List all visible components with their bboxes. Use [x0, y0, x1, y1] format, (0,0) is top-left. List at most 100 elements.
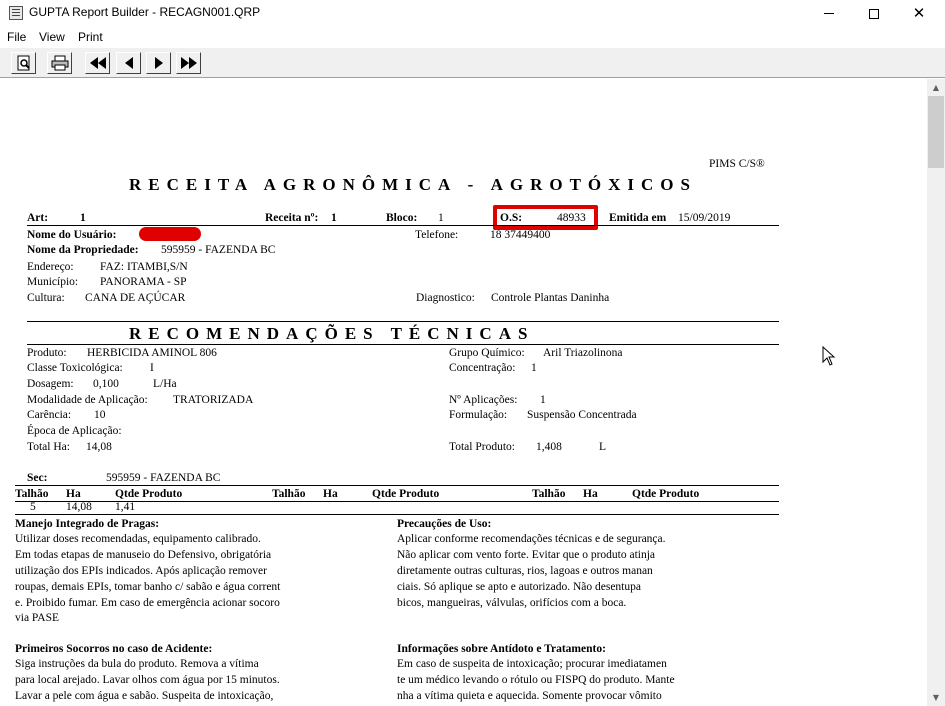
table-header-qtde: Qtde Produto	[632, 488, 700, 500]
table-cell-ha: 14,08	[66, 501, 92, 513]
vertical-scrollbar[interactable]: ▲ ▼	[927, 79, 945, 706]
table-cell-qtde: 1,41	[115, 501, 136, 513]
modalidade-value: TRATORIZADA	[173, 394, 254, 406]
page-preview-icon	[17, 55, 30, 71]
divider	[27, 225, 779, 226]
next-page-button[interactable]	[146, 52, 171, 74]
table-header-qtde: Qtde Produto	[372, 488, 440, 500]
menu-print[interactable]: Print	[78, 30, 103, 44]
recommendations-title: RECOMENDAÇÕES TÉCNICAS	[129, 324, 535, 343]
precaucoes-line: ciais. Só aplique se apto e autorizado. …	[397, 581, 641, 593]
diagnostico-value: Controle Plantas Daninha	[491, 292, 610, 304]
close-button[interactable]: ✕	[896, 0, 942, 26]
endereco-label: Endereço:	[27, 261, 74, 273]
printer-icon	[51, 55, 68, 71]
dosagem-value: 0,100	[93, 378, 119, 390]
classe-label: Classe Toxicológica:	[27, 362, 123, 374]
previous-page-icon	[124, 57, 133, 69]
scroll-thumb[interactable]	[928, 96, 944, 168]
endereco-value: FAZ: ITAMBI,S/N	[100, 261, 188, 273]
receita-value: 1	[331, 212, 337, 224]
table-header-qtde: Qtde Produto	[115, 488, 183, 500]
manejo-line: Em todas etapas de manuseio do Defensivo…	[15, 549, 272, 561]
receita-label: Receita nº:	[265, 212, 319, 224]
aplicacoes-value: 1	[540, 394, 546, 406]
mouse-cursor-icon	[822, 346, 836, 366]
art-value: 1	[80, 212, 86, 224]
formulacao-value: Suspensão Concentrada	[527, 409, 637, 421]
window-title: GUPTA Report Builder - RECAGN001.QRP	[29, 5, 261, 19]
total-ha-label: Total Ha:	[27, 441, 70, 453]
preview-button[interactable]	[11, 52, 36, 74]
socorros-title: Primeiros Socorros no caso de Acidente:	[15, 643, 213, 655]
total-produto-value: 1,408	[536, 441, 562, 453]
first-page-icon	[89, 56, 106, 69]
cultura-label: Cultura:	[27, 292, 65, 304]
precaucoes-line: diretamente outras culturas, rios, lagoa…	[397, 565, 653, 577]
maximize-button[interactable]	[851, 0, 897, 26]
art-label: Art:	[27, 212, 49, 224]
dosagem-label: Dosagem:	[27, 378, 74, 390]
divider	[27, 344, 779, 345]
propriedade-label: Nome da Propriedade:	[27, 244, 139, 256]
grupo-label: Grupo Químico:	[449, 347, 525, 359]
total-produto-unit: L	[599, 441, 607, 453]
cultura-value: CANA DE AÇÚCAR	[85, 292, 186, 304]
next-page-icon	[154, 57, 163, 69]
table-header-talhao: Talhão	[272, 488, 306, 500]
antidoto-title: Informações sobre Antídoto e Tratamento:	[397, 643, 606, 655]
scroll-down-icon[interactable]: ▼	[927, 689, 945, 706]
table-cell-talhao: 5	[30, 501, 36, 513]
previous-page-button[interactable]	[116, 52, 141, 74]
report-title: RECEITA AGRONÔMICA - AGROTÓXICOS	[129, 175, 697, 194]
epoca-label: Época de Aplicação:	[27, 425, 122, 437]
table-header-ha: Ha	[66, 488, 81, 500]
bloco-value: 1	[438, 212, 444, 224]
antidoto-line: nha a vítima quieta e aquecida. Somente …	[397, 690, 662, 702]
redaction-mark	[139, 227, 201, 241]
first-page-button[interactable]	[85, 52, 110, 74]
aplicacoes-label: Nº Aplicações:	[449, 394, 518, 406]
last-page-button[interactable]	[176, 52, 201, 74]
concentracao-label: Concentração:	[449, 362, 516, 374]
manejo-title: Manejo Integrado de Pragas:	[15, 518, 160, 530]
divider	[15, 514, 779, 515]
municipio-label: Município:	[27, 276, 79, 288]
socorros-line: Lavar a pele com água e sabão. Suspeita …	[15, 690, 274, 702]
menu-view[interactable]: View	[39, 30, 65, 44]
scroll-up-icon[interactable]: ▲	[927, 79, 945, 96]
brand-label: PIMS C/S®	[709, 158, 765, 170]
table-header-talhao: Talhão	[15, 488, 49, 500]
bloco-label: Bloco:	[386, 212, 418, 224]
produto-label: Produto:	[27, 347, 67, 359]
print-button[interactable]	[47, 52, 72, 74]
manejo-line: via PASE	[15, 612, 59, 624]
toolbar	[0, 47, 945, 78]
precaucoes-line: bicos, mangueiras, válvulas, orifícios c…	[397, 597, 627, 609]
carencia-label: Carência:	[27, 409, 72, 421]
last-page-icon	[180, 56, 197, 69]
precaucoes-line: Não aplicar com vento forte. Evitar que …	[397, 549, 656, 561]
telefone-value: 18 37449400	[490, 229, 551, 241]
produto-value: HERBICIDA AMINOL 806	[87, 347, 217, 359]
total-produto-label: Total Produto:	[449, 441, 515, 453]
minimize-icon	[824, 13, 834, 14]
minimize-button[interactable]	[806, 0, 852, 26]
diagnostico-label: Diagnostico:	[416, 292, 475, 304]
usuario-label: Nome do Usuário:	[27, 229, 117, 241]
maximize-icon	[869, 8, 879, 19]
antidoto-line: te um médico levando o rótulo ou FISPQ d…	[397, 674, 675, 686]
divider	[27, 321, 779, 322]
propriedade-value: 595959 - FAZENDA BC	[161, 244, 276, 256]
socorros-line: para local arejado. Lavar olhos com água…	[15, 674, 280, 686]
emitida-label: Emitida em	[609, 212, 667, 224]
table-header-ha: Ha	[583, 488, 598, 500]
sec-label: Sec:	[27, 472, 48, 484]
divider	[15, 485, 779, 486]
emitida-value: 15/09/2019	[678, 212, 731, 224]
antidoto-line: Em caso de suspeita de intoxicação; proc…	[397, 658, 667, 670]
os-highlight-box	[493, 205, 598, 230]
carencia-value: 10	[94, 409, 106, 421]
menu-file[interactable]: File	[7, 30, 26, 44]
table-header-talhao: Talhão	[532, 488, 566, 500]
